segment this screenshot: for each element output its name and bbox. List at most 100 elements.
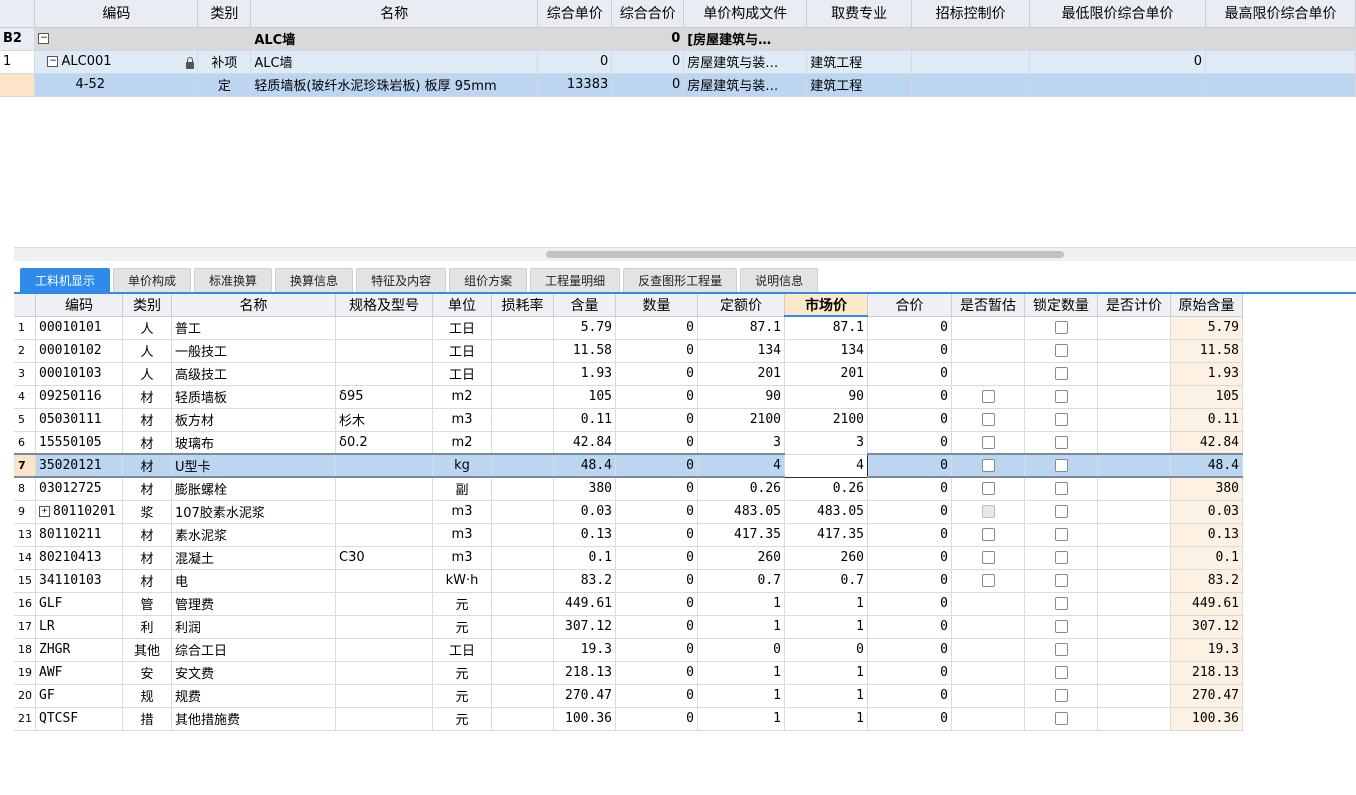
is-priced-cell[interactable] <box>1097 684 1171 708</box>
sub-name-cell[interactable]: 轻质墙板(玻纤水泥珍珠岩板) 板厚 95mm <box>250 73 539 97</box>
name-cell[interactable]: 107胶素水泥浆 <box>171 500 336 524</box>
top-group-row[interactable]: B2 − ALC墙 0 [房屋建筑与… <box>0 27 1356 51</box>
tab-standard-conversion[interactable]: 标准换算 <box>194 268 273 292</box>
collapse-icon[interactable]: − <box>47 56 59 67</box>
spec-cell[interactable] <box>335 453 433 478</box>
estimate-cell[interactable] <box>951 569 1025 593</box>
top-header-name[interactable]: 名称 <box>250 0 539 28</box>
tab-labor-material-machine[interactable]: 工料机显示 <box>20 268 111 292</box>
item-max-cell[interactable] <box>1205 50 1356 74</box>
content-cell[interactable]: 0.13 <box>553 523 616 547</box>
total-cell[interactable]: 0 <box>867 453 952 478</box>
spec-cell[interactable]: δ95 <box>335 385 433 409</box>
quantity-cell[interactable]: 0 <box>615 500 698 524</box>
table-row[interactable]: 1 00010101 人普工 工日 5.79 0 87.1 87.1 0 5.79 <box>14 316 1243 340</box>
group-max-cell[interactable] <box>1205 27 1356 51</box>
group-fee-cell[interactable] <box>806 27 913 51</box>
unit-cell[interactable]: 工日 <box>432 339 492 363</box>
name-cell[interactable]: 利润 <box>171 615 336 639</box>
content-cell[interactable]: 270.47 <box>553 684 616 708</box>
top-header-unit-price[interactable]: 综合单价 <box>537 0 613 28</box>
estimate-cell[interactable] <box>951 684 1025 708</box>
estimate-cell[interactable] <box>951 661 1025 685</box>
table-row[interactable]: 2 00010102 人一般技工 工日 11.58 0 134 134 0 11.58 <box>14 339 1243 363</box>
is-priced-cell[interactable] <box>1097 500 1171 524</box>
category-cell[interactable]: 其他 <box>122 638 172 662</box>
lock-quantity-cell[interactable] <box>1024 385 1098 409</box>
group-unit-price-cell[interactable] <box>537 27 613 51</box>
spec-cell[interactable] <box>335 362 433 386</box>
estimate-cell[interactable] <box>951 638 1025 662</box>
name-cell[interactable]: 规费 <box>171 684 336 708</box>
market-price-cell[interactable]: 90 <box>784 385 868 409</box>
lock-quantity-checkbox[interactable] <box>1054 551 1068 564</box>
estimate-cell[interactable] <box>951 431 1025 455</box>
quota-price-cell[interactable]: 1 <box>697 707 785 731</box>
header-spec[interactable]: 规格及型号 <box>335 294 433 317</box>
loss-rate-cell[interactable] <box>491 316 554 340</box>
table-row[interactable]: 15 34110103 材电 kW·h 83.2 0 0.7 0.7 0 83.2 <box>14 569 1243 593</box>
quantity-cell[interactable]: 0 <box>615 477 698 501</box>
is-priced-cell[interactable] <box>1097 661 1171 685</box>
is-priced-cell[interactable] <box>1097 431 1171 455</box>
code-cell[interactable]: 00010101 <box>35 316 123 340</box>
lock-quantity-cell[interactable] <box>1024 408 1098 432</box>
tab-unit-price-composition[interactable]: 单价构成 <box>113 268 192 292</box>
lock-quantity-cell[interactable] <box>1024 431 1098 455</box>
is-priced-cell[interactable] <box>1097 615 1171 639</box>
category-cell[interactable]: 材 <box>122 569 172 593</box>
original-content-cell[interactable]: 100.36 <box>1170 707 1243 731</box>
name-cell[interactable]: U型卡 <box>171 453 336 478</box>
sub-file-cell[interactable]: 房屋建筑与装… <box>683 73 808 97</box>
is-priced-cell[interactable] <box>1097 638 1171 662</box>
table-row[interactable]: 5 05030111 材板方材 杉木 m3 0.11 0 2100 2100 0 0.11 <box>14 408 1243 432</box>
quota-price-cell[interactable]: 0.26 <box>697 477 785 501</box>
market-price-cell[interactable]: 134 <box>784 339 868 363</box>
lock-quantity-checkbox[interactable] <box>1054 482 1068 496</box>
quantity-cell[interactable]: 0 <box>615 615 698 639</box>
content-cell[interactable]: 307.12 <box>553 615 616 639</box>
unit-cell[interactable]: m3 <box>432 408 492 432</box>
sub-type-cell[interactable]: 定 <box>197 73 252 97</box>
spec-cell[interactable] <box>335 638 433 662</box>
spec-cell[interactable] <box>335 523 433 547</box>
code-cell[interactable]: GF <box>35 684 123 708</box>
lock-quantity-cell[interactable] <box>1024 362 1098 386</box>
estimate-cell[interactable] <box>951 523 1025 547</box>
original-content-cell[interactable]: 218.13 <box>1170 661 1243 685</box>
total-cell[interactable]: 0 <box>867 408 952 432</box>
top-header-control-price[interactable]: 招标控制价 <box>911 0 1031 28</box>
header-lock-quantity[interactable]: 锁定数量 <box>1024 294 1098 317</box>
lock-quantity-cell[interactable] <box>1024 546 1098 570</box>
unit-cell[interactable]: 副 <box>432 477 492 501</box>
unit-cell[interactable]: 元 <box>432 661 492 685</box>
quota-price-cell[interactable]: 3 <box>697 431 785 455</box>
original-content-cell[interactable]: 19.3 <box>1170 638 1243 662</box>
quota-price-cell[interactable]: 1 <box>697 684 785 708</box>
original-content-cell[interactable]: 105 <box>1170 385 1243 409</box>
is-priced-cell[interactable] <box>1097 707 1171 731</box>
table-row[interactable]: 16 GLF 管管理费元 449.61 0 1 1 0 449.61 <box>14 592 1243 616</box>
loss-rate-cell[interactable] <box>491 523 554 547</box>
quota-price-cell[interactable]: 0.7 <box>697 569 785 593</box>
header-total[interactable]: 合价 <box>867 294 952 317</box>
original-content-cell[interactable]: 0.11 <box>1170 408 1243 432</box>
lock-quantity-checkbox[interactable] <box>1054 344 1068 357</box>
lock-quantity-checkbox[interactable] <box>1054 574 1068 587</box>
estimate-checkbox[interactable] <box>981 551 995 564</box>
lock-quantity-checkbox[interactable] <box>1054 689 1068 702</box>
total-cell[interactable]: 0 <box>867 362 952 386</box>
name-cell[interactable]: 高级技工 <box>171 362 336 386</box>
estimate-checkbox[interactable] <box>981 574 995 587</box>
lock-quantity-checkbox[interactable] <box>1054 712 1068 725</box>
code-cell[interactable]: 34110103 <box>35 569 123 593</box>
category-cell[interactable]: 人 <box>122 316 172 340</box>
quota-price-cell[interactable]: 134 <box>697 339 785 363</box>
name-cell[interactable]: 玻璃布 <box>171 431 336 455</box>
loss-rate-cell[interactable] <box>491 453 554 478</box>
top-header-code[interactable]: 编码 <box>34 0 199 28</box>
lock-quantity-cell[interactable] <box>1024 638 1098 662</box>
is-priced-cell[interactable] <box>1097 408 1171 432</box>
lock-quantity-cell[interactable] <box>1024 684 1098 708</box>
estimate-cell[interactable] <box>951 316 1025 340</box>
